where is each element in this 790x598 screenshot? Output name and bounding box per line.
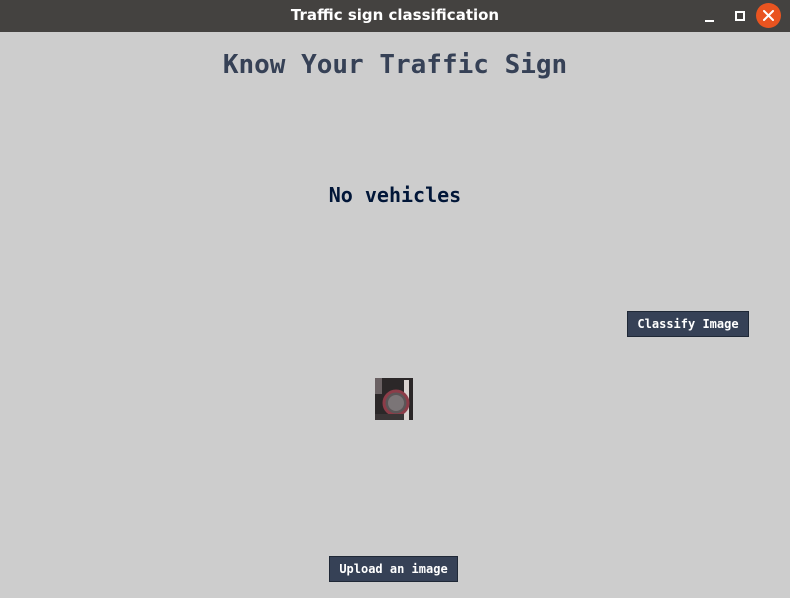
window-titlebar: Traffic sign classification xyxy=(0,0,790,32)
classification-result: No vehicles xyxy=(328,183,462,207)
uploaded-image-thumbnail xyxy=(375,378,413,420)
upload-image-button[interactable]: Upload an image xyxy=(329,556,458,582)
window-title: Traffic sign classification xyxy=(290,6,500,24)
close-icon[interactable] xyxy=(756,3,781,28)
maximize-icon[interactable] xyxy=(731,7,749,25)
classify-image-button[interactable]: Classify Image xyxy=(627,311,749,337)
minimize-icon[interactable] xyxy=(702,7,720,25)
page-title: Know Your Traffic Sign xyxy=(222,50,568,80)
